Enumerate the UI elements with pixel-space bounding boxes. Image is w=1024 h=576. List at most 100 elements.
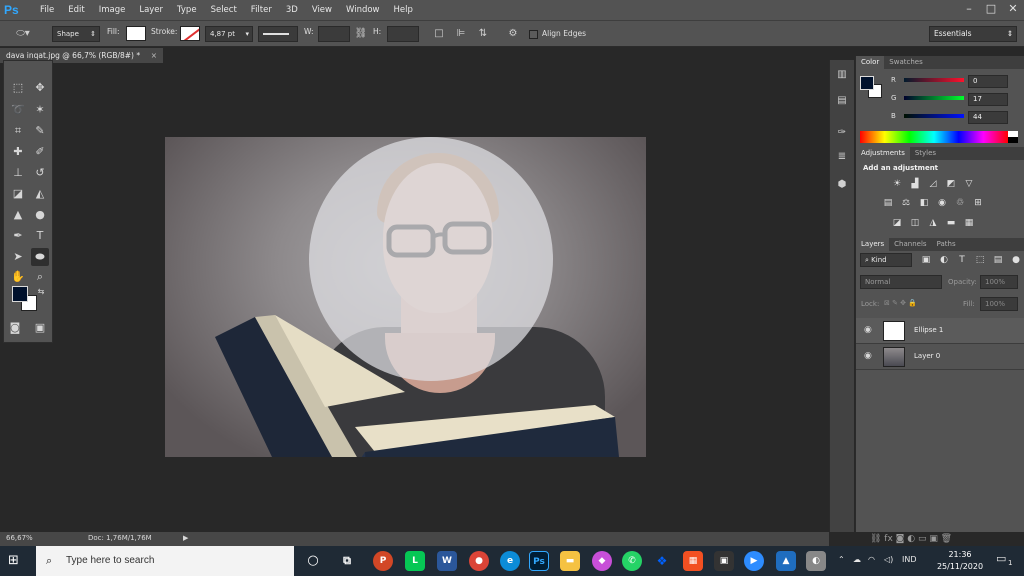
gear-icon[interactable]: ⚙ <box>506 27 520 41</box>
tool-mode-select[interactable]: Shape ⇕ <box>52 26 100 42</box>
blend-mode-select[interactable]: Normal <box>860 275 942 289</box>
selective-color-icon[interactable]: ▦ <box>963 217 975 229</box>
file-explorer-icon[interactable]: ▬ <box>560 551 580 571</box>
pixel-filter-icon[interactable]: ▣ <box>920 254 932 266</box>
onedrive-icon[interactable]: ☁ <box>853 555 861 564</box>
app-icon[interactable]: ◐ <box>806 551 826 571</box>
layer-row-layer0[interactable]: ◉ Layer 0 <box>856 344 1024 370</box>
menu-select[interactable]: Select <box>211 5 237 15</box>
shape-filter-icon[interactable]: ⬚ <box>974 254 986 266</box>
align-edges-checkbox[interactable] <box>529 30 538 39</box>
channel-mixer-icon[interactable]: ♲ <box>954 197 966 209</box>
stroke-type-select[interactable] <box>258 26 298 42</box>
visibility-eye-icon[interactable]: ◉ <box>864 325 872 335</box>
exposure-icon[interactable]: ◩ <box>945 178 957 190</box>
workspace-select[interactable]: Essentials ⇕ <box>929 26 1017 42</box>
hand-tool-icon[interactable]: ✋ <box>9 268 27 286</box>
ellipse-tool-preset-icon[interactable]: ⬭▾ <box>10 27 36 41</box>
pen-tool-icon[interactable]: ✒ <box>9 227 27 245</box>
tab-channels[interactable]: Channels <box>889 238 931 251</box>
edge-icon[interactable]: e <box>500 551 520 571</box>
screen-mode-icon[interactable]: ▣ <box>31 319 49 337</box>
path-operations-icon[interactable]: □ <box>432 27 446 41</box>
line-app-icon[interactable]: L <box>405 551 425 571</box>
menu-filter[interactable]: Filter <box>251 5 272 15</box>
fill-swatch[interactable] <box>126 26 146 41</box>
status-menu-arrow-icon[interactable]: ▶ <box>183 534 188 542</box>
stroke-swatch[interactable] <box>180 26 200 41</box>
tab-styles[interactable]: Styles <box>910 147 941 160</box>
opacity-field[interactable]: 100% <box>980 275 1018 289</box>
history-brush-tool-icon[interactable]: ↺ <box>31 164 49 182</box>
green-slider[interactable] <box>904 96 964 100</box>
layer-row-ellipse[interactable]: ◉ Ellipse 1 <box>856 318 1024 344</box>
visibility-eye-icon[interactable]: ◉ <box>864 351 872 361</box>
language-indicator[interactable]: IND <box>902 555 917 564</box>
vibrance-icon[interactable]: ▽ <box>963 178 975 190</box>
black-white-icon[interactable]: ◧ <box>918 197 930 209</box>
dropbox-icon[interactable]: ❖ <box>652 551 672 571</box>
healing-brush-tool-icon[interactable]: ✚ <box>9 143 27 161</box>
paint-bucket-tool-icon[interactable]: ◭ <box>31 185 49 203</box>
gradient-map-icon[interactable]: ▬ <box>945 217 957 229</box>
type-tool-icon[interactable]: T <box>31 227 49 245</box>
zoom-app-icon[interactable]: ▶ <box>744 551 764 571</box>
fill-field[interactable]: 100% <box>980 297 1018 311</box>
green-value-field[interactable]: 17 <box>968 93 1008 106</box>
video-editor-icon[interactable]: ▣ <box>714 551 734 571</box>
brush-presets-icon[interactable]: ≣ <box>835 150 849 164</box>
photoshop-taskbar-icon[interactable]: Ps <box>529 551 549 571</box>
taskbar-clock[interactable]: 21:36 25/11/2020 <box>935 549 985 573</box>
menu-view[interactable]: View <box>312 5 332 15</box>
link-icon[interactable]: ⛓ <box>354 27 368 41</box>
path-alignment-icon[interactable]: ⊫ <box>454 27 468 41</box>
document-canvas[interactable] <box>165 137 646 457</box>
powerpoint-icon[interactable]: P <box>373 551 393 571</box>
red-slider[interactable] <box>904 78 964 82</box>
windows-start-icon[interactable]: ⊞ <box>8 554 22 568</box>
zoom-level[interactable]: 66,67% <box>6 534 33 542</box>
blur-tool-icon[interactable]: ▲ <box>9 206 27 224</box>
path-arrangement-icon[interactable]: ⇅ <box>476 27 490 41</box>
menu-help[interactable]: Help <box>394 5 413 15</box>
ellipse-tool-icon[interactable]: ⬬ <box>31 248 49 266</box>
filter-toggle-icon[interactable]: ● <box>1010 254 1022 266</box>
quick-mask-icon[interactable]: ◙ <box>6 319 24 337</box>
word-icon[interactable]: W <box>437 551 457 571</box>
hue-saturation-icon[interactable]: ▤ <box>882 197 894 209</box>
brush-tool-icon[interactable]: ✐ <box>31 143 49 161</box>
history-panel-icon[interactable]: ▥ <box>835 68 849 82</box>
tab-swatches[interactable]: Swatches <box>884 56 927 69</box>
color-panel-foreground[interactable] <box>860 76 874 90</box>
photo-filter-icon[interactable]: ◉ <box>936 197 948 209</box>
blue-value-field[interactable]: 44 <box>968 111 1008 124</box>
dodge-tool-icon[interactable]: ● <box>31 206 49 224</box>
tab-paths[interactable]: Paths <box>932 238 961 251</box>
paint3d-icon[interactable]: ◆ <box>592 551 612 571</box>
menu-layer[interactable]: Layer <box>139 5 163 15</box>
actions-panel-icon[interactable]: ▤ <box>835 94 849 108</box>
clone-stamp-tool-icon[interactable]: ⊥ <box>9 164 27 182</box>
brightness-contrast-icon[interactable]: ☀ <box>891 178 903 190</box>
show-hidden-icons[interactable]: ⌃ <box>838 555 845 564</box>
menu-3d[interactable]: 3D <box>286 5 298 15</box>
lock-icons[interactable]: ⊠ ✎ ✥ 🔒 <box>884 299 917 307</box>
menu-type[interactable]: Type <box>177 5 197 15</box>
lasso-tool-icon[interactable]: ➰ <box>9 101 27 119</box>
color-balance-icon[interactable]: ⚖ <box>900 197 912 209</box>
cortana-icon[interactable]: ○ <box>303 551 323 571</box>
menu-edit[interactable]: Edit <box>68 5 84 15</box>
black-white-swatch[interactable] <box>1008 131 1018 143</box>
red-value-field[interactable]: 0 <box>968 75 1008 88</box>
smart-object-filter-icon[interactable]: ▤ <box>992 254 1004 266</box>
color-spectrum[interactable] <box>860 131 1008 143</box>
levels-icon[interactable]: ▟ <box>909 178 921 190</box>
task-view-icon[interactable]: ⧉ <box>337 551 357 571</box>
maximize-button[interactable]: □ <box>980 0 1002 20</box>
width-field[interactable] <box>318 26 350 42</box>
eyedropper-tool-icon[interactable]: ✎ <box>31 122 49 140</box>
blue-slider[interactable] <box>904 114 964 118</box>
whatsapp-icon[interactable]: ✆ <box>622 551 642 571</box>
wifi-icon[interactable]: ◠ <box>868 555 875 564</box>
chrome-icon[interactable]: ● <box>469 551 489 571</box>
